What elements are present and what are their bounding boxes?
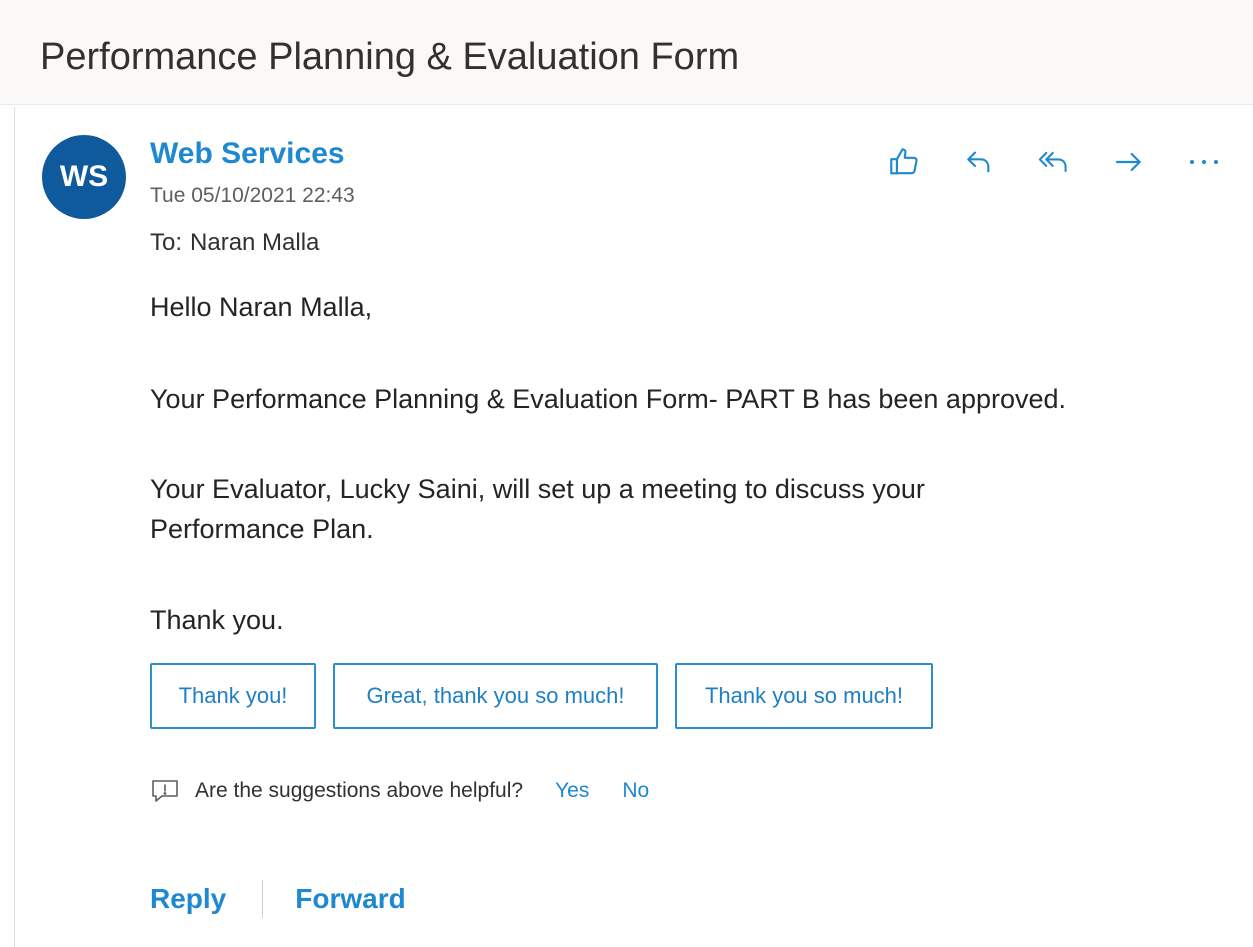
suggestions-feedback: Are the suggestions above helpful? Yes N…: [150, 774, 649, 808]
body-approval-notice: Your Performance Planning & Evaluation F…: [150, 384, 1067, 414]
more-options-button[interactable]: [1180, 138, 1228, 186]
like-button[interactable]: [880, 138, 928, 186]
suggested-reply-great-thank-you[interactable]: Great, thank you so much!: [333, 663, 658, 729]
recipient-line: To: Naran Malla: [150, 229, 319, 257]
feedback-no-link[interactable]: No: [622, 779, 649, 803]
feedback-icon: [150, 778, 180, 804]
like-icon: [890, 148, 918, 175]
reply-icon: [967, 151, 990, 173]
email-subject: Performance Planning & Evaluation Form: [40, 36, 740, 78]
reply-all-button[interactable]: [1030, 138, 1078, 186]
recipient-label: To:: [150, 229, 183, 256]
more-options-icon: [1190, 160, 1218, 164]
reply-button[interactable]: Reply: [150, 883, 226, 915]
avatar-initials: WS: [59, 160, 109, 193]
recipient-name[interactable]: Naran Malla: [190, 229, 319, 256]
sender-name[interactable]: Web Services: [150, 137, 345, 171]
subject-bar: Performance Planning & Evaluation Form: [0, 0, 1253, 105]
suggested-reply-thank-you[interactable]: Thank you!: [150, 663, 316, 729]
footer-divider: [262, 880, 264, 918]
feedback-yes-link[interactable]: Yes: [555, 779, 589, 803]
body-meeting-notice: Your Evaluator, Lucky Saini, will set up…: [150, 474, 925, 544]
forward-link-button[interactable]: Forward: [295, 883, 405, 915]
forward-button[interactable]: [1105, 138, 1153, 186]
reply-all-icon: [1038, 151, 1067, 173]
suggested-reply-thank-you-so-much[interactable]: Thank you so much!: [675, 663, 933, 729]
message-timestamp: Tue 05/10/2021 22:43: [150, 184, 355, 207]
body-greeting: Hello Naran Malla,: [150, 292, 373, 322]
forward-icon: [1115, 152, 1141, 172]
reply-icon-button[interactable]: [955, 138, 1003, 186]
suggested-replies: Thank you! Great, thank you so much! Tha…: [150, 663, 950, 729]
body-signoff: Thank you.: [150, 605, 284, 635]
message-pane: WS Web Services Tue 05/10/2021 22:43 To:…: [14, 107, 1253, 947]
message-footer: Reply Forward: [150, 877, 406, 921]
sender-avatar[interactable]: WS: [42, 135, 126, 219]
feedback-question: Are the suggestions above helpful?: [195, 779, 524, 802]
message-actions-toolbar: [880, 137, 1228, 187]
